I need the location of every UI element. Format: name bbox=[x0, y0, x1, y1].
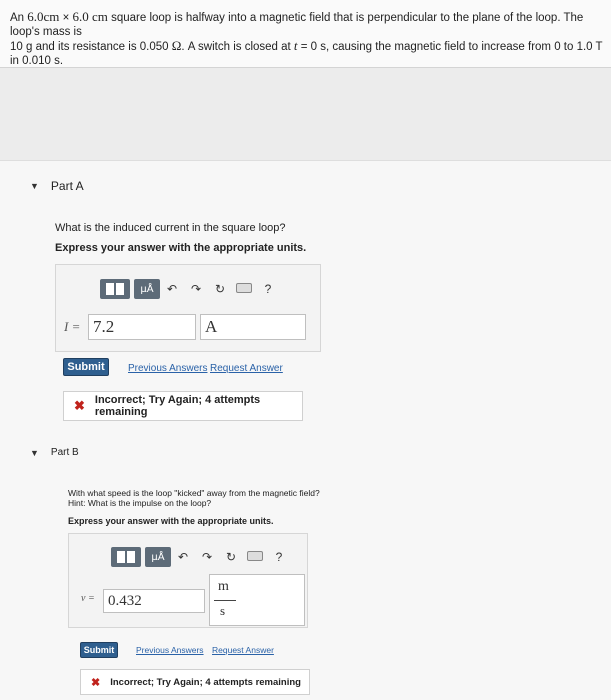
part-b-request-answer-link[interactable]: Request Answer bbox=[212, 645, 274, 655]
incorrect-x-icon: ✖ bbox=[74, 398, 85, 413]
templates-button[interactable] bbox=[100, 279, 130, 299]
units-button[interactable]: μÅ bbox=[145, 547, 171, 567]
fraction-bar bbox=[214, 600, 236, 601]
reset-icon[interactable]: ↻ bbox=[208, 282, 232, 296]
collapse-caret-icon: ▼ bbox=[30, 447, 39, 458]
unit-denominator: s bbox=[220, 603, 226, 618]
part-b-variable-label: v = bbox=[81, 593, 95, 604]
problem-math: Ω bbox=[171, 38, 182, 53]
part-a-label: Part A bbox=[50, 179, 84, 193]
templates-button[interactable] bbox=[111, 547, 141, 567]
part-a-feedback: ✖ Incorrect; Try Again; 4 attempts remai… bbox=[63, 391, 303, 421]
part-a-instruction: Express your answer with the appropriate… bbox=[55, 242, 307, 254]
problem-text: An bbox=[10, 12, 28, 24]
reset-icon[interactable]: ↻ bbox=[219, 550, 243, 564]
incorrect-x-icon: ✖ bbox=[91, 676, 101, 689]
part-b-previous-answers-link[interactable]: Previous Answers bbox=[136, 645, 204, 655]
part-a-value-input[interactable]: 7.2 bbox=[88, 314, 196, 340]
part-b-answer-box: μÅ ↶ ↷ ↻ ? v = 0.432 m s bbox=[68, 533, 308, 628]
part-a-variable-label: I = bbox=[64, 319, 81, 334]
problem-line-2: 10 g and its resistance is 0.050 Ω. A sw… bbox=[10, 39, 603, 68]
keyboard-icon[interactable] bbox=[232, 282, 256, 296]
keyboard-icon[interactable] bbox=[243, 550, 267, 564]
problem-math: 6.0cm bbox=[27, 9, 60, 24]
problem-text: 10 g and its resistance is 0.050 bbox=[10, 41, 172, 53]
part-a-toolbar: μÅ ↶ ↷ ↻ ? bbox=[100, 279, 280, 299]
part-a-feedback-text: Incorrect; Try Again; 4 attempts remaini… bbox=[94, 394, 261, 418]
redo-icon[interactable]: ↷ bbox=[195, 550, 219, 564]
part-a-request-answer-link[interactable]: Request Answer bbox=[210, 363, 283, 374]
part-a-answer-box: μÅ ↶ ↷ ↻ ? I = 7.2 A bbox=[55, 264, 321, 352]
problem-math: 6.0 cm bbox=[72, 9, 108, 24]
part-b-instruction: Express your answer with the appropriate… bbox=[68, 516, 274, 526]
part-a-question: What is the induced current in the squar… bbox=[55, 222, 286, 234]
problem-line-1: An 6.0cm × 6.0 cm square loop is halfway… bbox=[10, 10, 603, 39]
redo-icon[interactable]: ↷ bbox=[184, 282, 208, 296]
problem-statement: An 6.0cm × 6.0 cm square loop is halfway… bbox=[0, 0, 611, 68]
part-b-feedback: ✖ Incorrect; Try Again; 4 attempts remai… bbox=[80, 669, 310, 695]
part-b-feedback-text: Incorrect; Try Again; 4 attempts remaini… bbox=[110, 676, 301, 688]
problem-text: × bbox=[59, 12, 73, 24]
collapse-caret-icon: ▼ bbox=[30, 181, 39, 191]
part-a-previous-answers-link[interactable]: Previous Answers bbox=[128, 363, 207, 374]
units-button[interactable]: μÅ bbox=[134, 279, 160, 299]
part-a-submit-button[interactable]: Submit bbox=[63, 358, 109, 376]
problem-card: ▼ Part A What is the induced current in … bbox=[0, 160, 611, 700]
unit-numerator: m bbox=[218, 579, 229, 594]
part-b-label: Part B bbox=[50, 447, 79, 458]
problem-text: = bbox=[297, 41, 311, 53]
part-b-value-input[interactable]: 0.432 bbox=[103, 589, 205, 613]
part-a-unit-input[interactable]: A bbox=[200, 314, 306, 340]
part-b-header[interactable]: ▼ Part B bbox=[30, 447, 79, 458]
help-icon[interactable]: ? bbox=[256, 282, 280, 296]
part-a-header[interactable]: ▼ Part A bbox=[30, 179, 84, 193]
part-b-hint: Hint: What is the impulse on the loop? bbox=[68, 498, 212, 508]
help-icon[interactable]: ? bbox=[267, 550, 291, 564]
undo-icon[interactable]: ↶ bbox=[171, 550, 195, 564]
problem-text: . A switch is closed at bbox=[181, 41, 294, 53]
part-b-submit-button[interactable]: Submit bbox=[80, 642, 118, 658]
part-b-unit-input[interactable]: m s bbox=[209, 574, 305, 626]
part-b-toolbar: μÅ ↶ ↷ ↻ ? bbox=[111, 547, 291, 567]
undo-icon[interactable]: ↶ bbox=[160, 282, 184, 296]
part-b-question: With what speed is the loop "kicked" awa… bbox=[68, 488, 320, 498]
